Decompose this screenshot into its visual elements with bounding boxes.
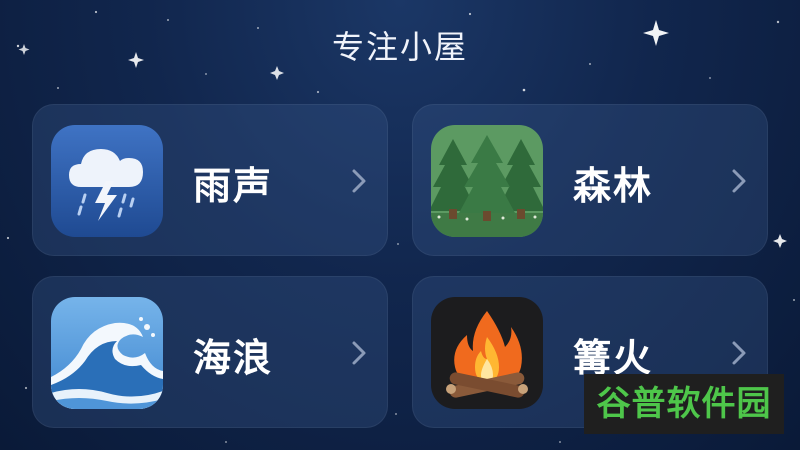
chevron-right-icon xyxy=(351,168,367,194)
card-label-forest: 森林 xyxy=(573,164,654,208)
chevron-right-icon xyxy=(351,340,367,366)
card-label-waves: 海浪 xyxy=(193,336,274,380)
chevron-right-icon xyxy=(731,340,747,366)
sound-card-forest[interactable]: 森林 xyxy=(412,104,768,256)
card-label-rain: 雨声 xyxy=(193,164,274,208)
watermark: 谷普软件园 xyxy=(584,374,784,434)
chevron-right-icon xyxy=(731,168,747,194)
campfire-icon xyxy=(431,297,543,409)
wave-icon xyxy=(51,297,163,409)
sound-card-waves[interactable]: 海浪 xyxy=(32,276,388,428)
page-title: 专注小屋 xyxy=(331,28,468,66)
forest-icon xyxy=(431,125,543,237)
sound-card-rain[interactable]: 雨声 xyxy=(32,104,388,256)
rain-cloud-icon xyxy=(51,125,163,237)
